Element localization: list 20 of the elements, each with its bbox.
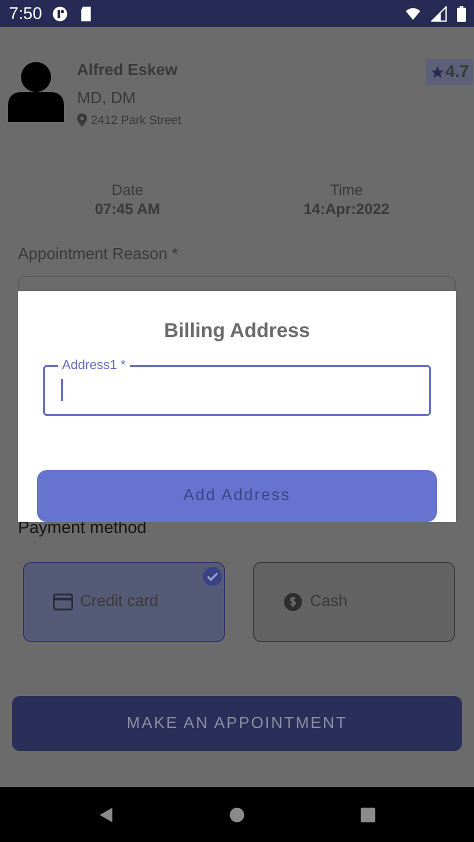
home-icon[interactable] — [228, 806, 246, 824]
signal-icon — [431, 6, 447, 22]
dialog-title: Billing Address — [164, 320, 310, 343]
add-address-button[interactable]: Add Address — [37, 470, 437, 522]
make-appointment-button[interactable]: MAKE AN APPOINTMENT — [12, 696, 462, 751]
payment-option[interactable]: Credit card — [23, 562, 225, 642]
star-icon — [430, 64, 446, 80]
field-label: Address1 * — [58, 358, 130, 372]
battery-icon — [457, 6, 466, 22]
text-cursor — [61, 379, 63, 401]
check-icon — [203, 567, 222, 586]
rating-value: 4.7 — [445, 62, 469, 82]
avatar-icon — [8, 62, 64, 122]
dollar-coin-icon — [283, 593, 303, 611]
recents-icon[interactable] — [359, 806, 378, 824]
app-icon — [52, 6, 68, 22]
location-pin-icon — [77, 113, 87, 127]
wifi-icon — [405, 6, 421, 22]
credit-card-icon — [53, 593, 73, 611]
clock: 7:50 — [9, 4, 42, 24]
